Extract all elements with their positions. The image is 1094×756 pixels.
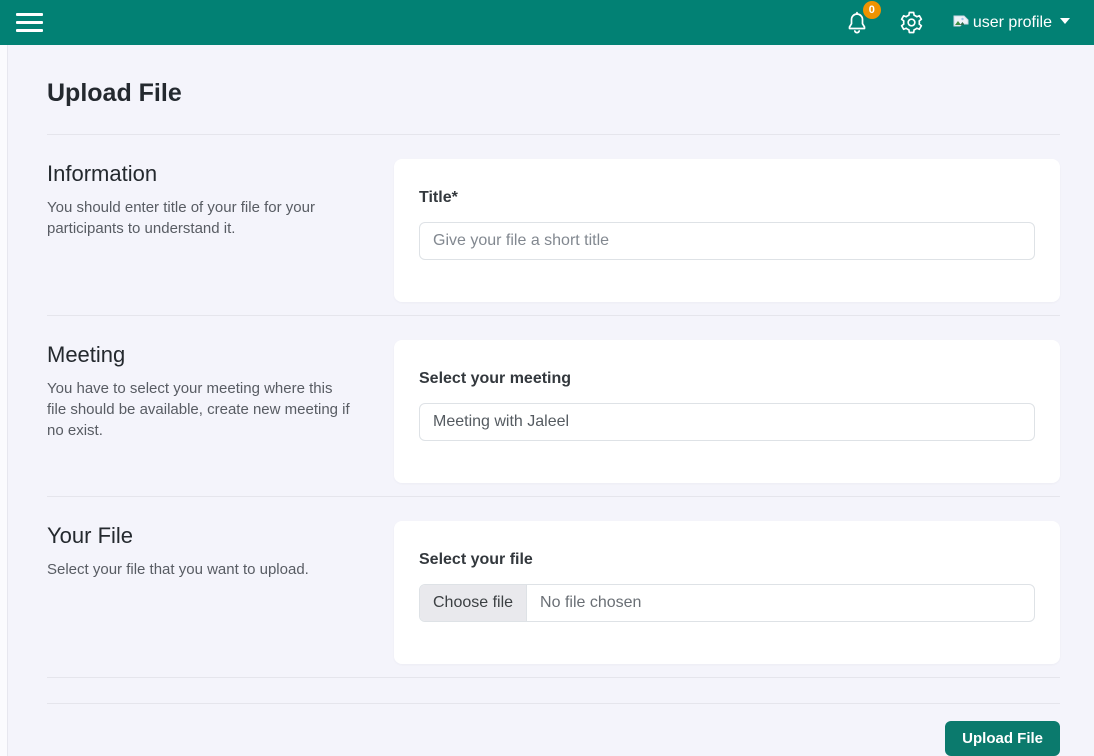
section-description-information: You should enter title of your file for … (47, 199, 315, 237)
information-section: Information You should enter title of yo… (47, 135, 1060, 315)
chevron-down-icon (1060, 17, 1070, 24)
notifications-button[interactable]: 0 (843, 0, 881, 38)
footer-spacer (47, 678, 1060, 703)
section-heading-your-file: Your File (47, 523, 134, 548)
notification-badge: 0 (862, 0, 881, 19)
upload-file-page: Upload File Information You should enter… (9, 45, 1094, 756)
title-card: Title* (394, 159, 1060, 302)
file-input[interactable]: Choose file No file chosen (419, 584, 1035, 622)
meeting-select[interactable]: Meeting with Jaleel (419, 403, 1035, 441)
navbar-right-group: 0 user profile (843, 0, 1070, 38)
meeting-select-value: Meeting with Jaleel (433, 413, 570, 430)
collapsed-sidebar (0, 45, 8, 756)
section-description-meeting: You have to select your meeting where th… (47, 380, 350, 439)
user-profile-menu[interactable]: user profile (952, 14, 1070, 32)
section-heading-meeting: Meeting (47, 342, 126, 367)
section-heading-information: Information (47, 161, 158, 186)
meeting-section-intro: Meeting You have to select your meeting … (47, 340, 394, 483)
meeting-section: Meeting You have to select your meeting … (47, 316, 1060, 496)
hamburger-icon (16, 13, 43, 32)
app-root: 0 user profile Upload File Information Y… (0, 0, 1094, 756)
meeting-field-label: Select your meeting (419, 370, 572, 387)
file-card: Select your file Choose file No file cho… (394, 521, 1060, 664)
top-navbar: 0 user profile (0, 0, 1094, 45)
form-footer: Upload File (47, 704, 1060, 756)
menu-toggle-button[interactable] (14, 9, 45, 36)
page-title: Upload File (47, 79, 182, 107)
section-description-your-file: Select your file that you want to upload… (47, 561, 309, 578)
file-field-label: Select your file (419, 551, 533, 568)
title-field-label: Title* (419, 189, 458, 206)
upload-file-submit-button[interactable]: Upload File (945, 721, 1060, 756)
meeting-card: Select your meeting Meeting with Jaleel (394, 340, 1060, 483)
broken-image-icon (953, 15, 969, 26)
file-status-text: No file chosen (540, 594, 642, 611)
your-file-section-intro: Your File Select your file that you want… (47, 521, 394, 664)
information-section-intro: Information You should enter title of yo… (47, 159, 394, 302)
your-file-section: Your File Select your file that you want… (47, 497, 1060, 677)
gear-icon (900, 11, 923, 34)
settings-button[interactable] (897, 8, 926, 37)
title-input[interactable] (419, 222, 1035, 260)
user-profile-label: user profile (972, 13, 1052, 31)
choose-file-button[interactable]: Choose file (420, 585, 528, 621)
